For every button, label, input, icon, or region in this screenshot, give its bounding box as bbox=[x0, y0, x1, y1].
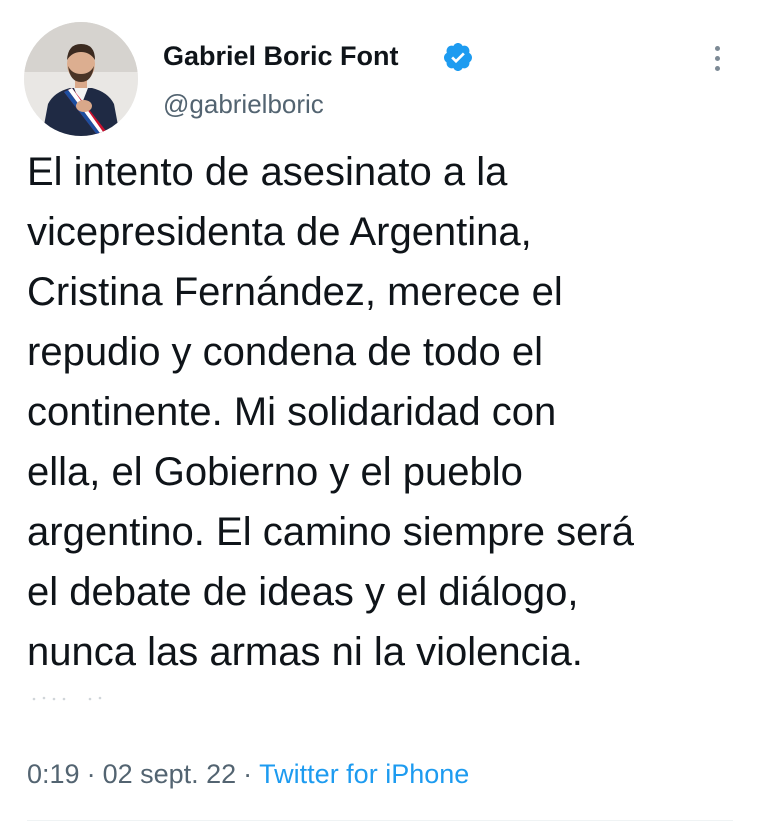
meta-separator: · bbox=[86, 759, 96, 789]
tweet-card: Gabriel Boric Font @gabrielboric El inte… bbox=[0, 0, 760, 828]
more-dot-icon bbox=[714, 45, 720, 51]
tweet-text: El intento de asesinato a la vicepreside… bbox=[27, 150, 634, 674]
tweet-date[interactable]: 02 sept. 22 bbox=[103, 759, 237, 789]
avatar-photo-icon bbox=[24, 22, 138, 136]
more-options-button[interactable] bbox=[702, 40, 732, 76]
author-handle[interactable]: @gabrielboric bbox=[163, 88, 324, 120]
tweet-source-link[interactable]: Twitter for iPhone bbox=[259, 759, 469, 789]
tweet-metadata: 0:19 · 02 sept. 22 · Twitter for iPhone bbox=[27, 758, 469, 790]
author-display-name[interactable]: Gabriel Boric Font bbox=[163, 40, 399, 72]
meta-separator: · bbox=[243, 759, 253, 789]
tweet-time[interactable]: 0:19 bbox=[27, 759, 80, 789]
more-dot-icon bbox=[714, 65, 720, 71]
verified-badge-icon bbox=[443, 43, 472, 71]
more-dot-icon bbox=[714, 55, 720, 61]
divider bbox=[27, 820, 733, 821]
translate-hint-icon bbox=[32, 696, 102, 701]
author-avatar[interactable] bbox=[24, 22, 138, 136]
